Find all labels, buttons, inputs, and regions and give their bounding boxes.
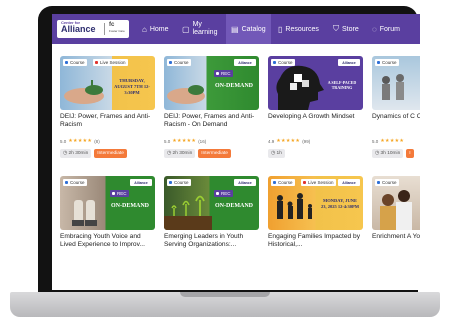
course-thumbnail: Course Alliance REC ON-DEMAND	[60, 176, 155, 230]
star-icons: ★★★★★	[380, 138, 405, 144]
live-session-badge: Live Session	[301, 179, 336, 186]
nav-item-label: Forum	[379, 25, 400, 33]
home-icon: ⌂	[142, 24, 147, 34]
nav-item-label: My	[192, 21, 202, 28]
thumbnail-text: MONDAY, JUNE 23, 2025 12-4:30PM	[320, 198, 360, 209]
course-badge: Course	[63, 59, 87, 66]
course-thumbnail: Course Live Session Alliance MONDAY, JUN…	[268, 176, 363, 230]
alliance-logo: Alliance	[338, 179, 360, 186]
duration-chip: ◷ 3h 10min	[372, 149, 404, 158]
logo-sub-text: Foster Care	[109, 29, 125, 33]
rec-badge: REC	[214, 190, 233, 197]
thumbnail-text: THURSDAY, AUGUST 7TH 12-3:30PM	[114, 78, 150, 95]
course-rating: 4.9 ★★★★★ (99)	[268, 138, 363, 144]
alliance-logo: Alliance	[234, 179, 256, 186]
course-card[interactable]: Course Alliance REC ON-DEMAND DEIJ: Powe…	[164, 56, 259, 158]
logo-divider	[104, 23, 105, 35]
course-rating: 5.0 ★★★★★	[372, 138, 420, 144]
nav-item-label: Home	[149, 25, 169, 33]
star-icons: ★★★★★	[172, 138, 197, 144]
course-title[interactable]: Emerging Leaders in Youth Serving Organi…	[164, 233, 259, 257]
nav-item-home[interactable]: ⌂ Home	[142, 14, 169, 44]
course-badge: Course	[271, 179, 295, 186]
live-session-badge: Live Session	[93, 59, 128, 66]
nav-item-label: Catalog	[241, 25, 266, 33]
logo-main-text: Alliance	[61, 24, 96, 34]
duration-chip: ◷ 2h 30min	[164, 149, 196, 158]
level-chip: I	[406, 149, 414, 158]
course-rating: 5.0 ★★★★★ (8)	[60, 138, 155, 144]
thumbnail-text: A SELF-PACED TRAINING	[327, 80, 357, 90]
document-icon: ▯	[278, 24, 283, 34]
nav-item-label: Resources	[285, 25, 319, 33]
app-screen: Center for Alliance fc Foster Care ⌂ Hom…	[52, 14, 420, 290]
review-count: (8)	[94, 138, 100, 144]
nav-item-label-line2: learning	[192, 29, 218, 36]
rating-value: 5.0	[164, 138, 171, 144]
laptop-notch	[180, 292, 270, 297]
level-chip: Intermediate	[94, 149, 127, 158]
nav-item-store[interactable]: ⛉ Store	[333, 14, 359, 44]
course-title[interactable]: Embracing Youth Voice and Lived Experien…	[60, 233, 155, 257]
course-badge: Course	[167, 59, 191, 66]
rating-value: 5.0	[372, 138, 379, 144]
course-title[interactable]: DEIJ: Power, Frames and Anti-Racism - On…	[164, 113, 259, 137]
thumbnail-text: ON-DEMAND	[215, 203, 253, 209]
star-icons: ★★★★★	[276, 138, 301, 144]
course-rating: 5.0 ★★★★★ (16)	[164, 138, 259, 144]
course-card[interactable]: Course Dynamics of C Culture - On D 5.0 …	[372, 56, 420, 158]
course-thumbnail: Course Live Session THURSDAY, AUGUST 7TH…	[60, 56, 155, 110]
nav-item-label: Store	[342, 25, 359, 33]
level-chip: Intermediate	[198, 149, 231, 158]
rec-badge: REC	[214, 70, 233, 77]
thumbnail-text: ON-DEMAND	[111, 203, 149, 209]
course-title[interactable]: DEIJ: Power, Frames and Anti-Racism	[60, 113, 155, 137]
alliance-logo: Alliance	[130, 179, 152, 186]
course-thumbnail: Course Alliance REC ON-DEMAND	[164, 176, 259, 230]
alliance-logo: Alliance	[338, 59, 360, 66]
course-title[interactable]: Developing A Growth Mindset	[268, 113, 363, 137]
star-icons: ★★★★★	[68, 138, 93, 144]
course-card[interactable]: Course Alliance REC ON-DEMAND Emerging L…	[164, 176, 259, 257]
logo-fc-text: fc	[109, 22, 115, 28]
course-badge: Course	[167, 179, 191, 186]
course-card[interactable]: Course Alliance REC ON-DEMAND Embracing …	[60, 176, 155, 257]
logo[interactable]: Center for Alliance fc Foster Care	[57, 20, 129, 38]
course-thumbnail: Course Alliance REC ON-DEMAND	[164, 56, 259, 110]
course-card[interactable]: Course Enrichment A Youth in Foste	[372, 176, 420, 257]
course-title[interactable]: Enrichment A Youth in Foste	[372, 233, 420, 257]
thumbnail-text: ON-DEMAND	[215, 83, 253, 89]
nav-item-my-learning[interactable]: ▢ My learning	[182, 14, 217, 44]
course-thumbnail: Course	[372, 176, 420, 230]
course-badge: Course	[63, 179, 87, 186]
course-card[interactable]: Course Live Session THURSDAY, AUGUST 7TH…	[60, 56, 155, 158]
top-nav: Center for Alliance fc Foster Care ⌂ Hom…	[52, 14, 420, 44]
nav-item-catalog[interactable]: ▤ Catalog	[226, 14, 271, 44]
alliance-logo: Alliance	[234, 59, 256, 66]
duration-chip: ◷ 1h	[268, 149, 285, 158]
chat-icon: ◌	[372, 24, 377, 34]
nav-item-forum[interactable]: ◌ Forum	[372, 14, 400, 44]
course-title[interactable]: Dynamics of C Culture - On D	[372, 113, 420, 137]
course-card[interactable]: Course Live Session Alliance MONDAY, JUN…	[268, 176, 363, 257]
duration-chip: ◷ 2h 30min	[60, 149, 92, 158]
course-card[interactable]: Course Alliance A SELF-PACED TRAINING De…	[268, 56, 363, 158]
course-badge: Course	[375, 179, 399, 186]
course-title[interactable]: Engaging Families Impacted by Historical…	[268, 233, 363, 257]
review-count: (99)	[302, 138, 311, 144]
course-badge: Course	[375, 59, 399, 66]
rating-value: 4.9	[268, 138, 275, 144]
review-count: (16)	[198, 138, 207, 144]
course-thumbnail: Course Alliance A SELF-PACED TRAINING	[268, 56, 363, 110]
cart-icon: ⛉	[333, 24, 339, 33]
course-badge: Course	[271, 59, 295, 66]
course-thumbnail: Course	[372, 56, 420, 110]
rating-value: 5.0	[60, 138, 67, 144]
catalog-icon: ▤	[231, 24, 239, 34]
nav-item-resources[interactable]: ▯ Resources	[278, 14, 319, 44]
rec-badge: REC	[110, 190, 129, 197]
book-icon: ▢	[182, 24, 190, 34]
